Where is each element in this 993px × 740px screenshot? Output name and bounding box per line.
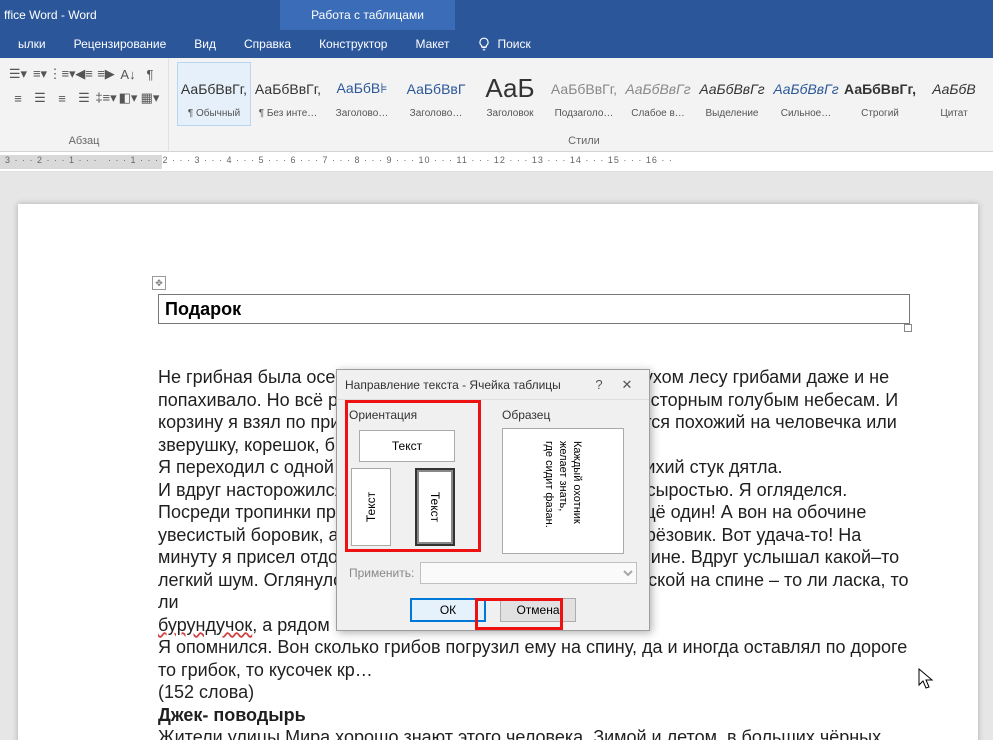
table-resize-handle[interactable] bbox=[904, 324, 912, 332]
orientation-rotate-90[interactable]: Текст bbox=[415, 468, 455, 546]
ribbon-tabs: ылки Рецензирование Вид Справка Конструк… bbox=[0, 30, 993, 58]
shading-button[interactable]: ◧▾ bbox=[118, 88, 138, 108]
text-direction-dialog: Направление текста - Ячейка таблицы ? ✕ … bbox=[336, 369, 650, 631]
apply-to-label: Применить: bbox=[349, 566, 414, 580]
dialog-title: Направление текста - Ячейка таблицы bbox=[345, 378, 585, 392]
window-title: ffice Word - Word bbox=[0, 8, 97, 22]
style-заголовок[interactable]: АаБЗаголовок bbox=[473, 62, 547, 126]
close-button[interactable]: ✕ bbox=[613, 374, 641, 396]
numbering-button[interactable]: ≡▾ bbox=[30, 64, 50, 84]
window-titlebar: ffice Word - Word bbox=[0, 0, 993, 30]
group-styles: АаБбВвГг,¶ ОбычныйАаБбВвГг,¶ Без инте…Аа… bbox=[169, 58, 993, 151]
tab-designer[interactable]: Конструктор bbox=[305, 30, 401, 58]
style-выделение[interactable]: АаБбВвГгВыделение bbox=[695, 62, 769, 126]
style-заголово[interactable]: АаБбВ⊧Заголово… bbox=[325, 62, 399, 126]
increase-indent-button[interactable]: ≡▶ bbox=[96, 64, 116, 84]
orientation-horizontal[interactable]: Текст bbox=[359, 430, 455, 462]
table-move-handle-icon[interactable]: ✥ bbox=[152, 276, 166, 290]
group-paragraph: ☰▾ ≡▾ ⋮≡▾ ◀≡ ≡▶ A↓ ¶ ≡ ☰ ≡ ☰ ‡≡▾ ◧▾ ▦▾ А… bbox=[0, 58, 169, 151]
borders-button[interactable]: ▦▾ bbox=[140, 88, 160, 108]
orientation-rotate-270[interactable]: Текст bbox=[351, 468, 391, 546]
group-styles-label: Стили bbox=[177, 135, 991, 149]
multilevel-button[interactable]: ⋮≡▾ bbox=[52, 64, 72, 84]
ok-button[interactable]: ОК bbox=[410, 598, 486, 622]
align-right-button[interactable]: ≡ bbox=[52, 88, 72, 108]
style-подзаголо[interactable]: АаБбВвГг,Подзаголо… bbox=[547, 62, 621, 126]
style-безинте[interactable]: АаБбВвГг,¶ Без инте… bbox=[251, 62, 325, 126]
style-обычный[interactable]: АаБбВвГг,¶ Обычный bbox=[177, 62, 251, 126]
tab-review[interactable]: Рецензирование bbox=[60, 30, 181, 58]
show-marks-button[interactable]: ¶ bbox=[140, 64, 160, 84]
paragraph[interactable]: Жители улицы Мира хорошо знают этого чел… bbox=[158, 726, 910, 740]
tab-help[interactable]: Справка bbox=[230, 30, 305, 58]
dialog-titlebar[interactable]: Направление текста - Ячейка таблицы ? ✕ bbox=[337, 370, 649, 400]
tell-me-search[interactable]: Поиск bbox=[477, 37, 530, 51]
tab-view[interactable]: Вид bbox=[180, 30, 230, 58]
justify-button[interactable]: ☰ bbox=[74, 88, 94, 108]
sample-preview: где сидит фазан. желает знать, Каждый ох… bbox=[502, 428, 624, 554]
sort-button[interactable]: A↓ bbox=[118, 64, 138, 84]
table-tools-contextual-tab: Работа с таблицами bbox=[280, 0, 455, 30]
ribbon: ☰▾ ≡▾ ⋮≡▾ ◀≡ ≡▶ A↓ ¶ ≡ ☰ ≡ ☰ ‡≡▾ ◧▾ ▦▾ А… bbox=[0, 58, 993, 152]
table-cell[interactable]: Подарок bbox=[158, 294, 910, 324]
horizontal-ruler[interactable]: 3 · · · 2 · · · 1 · · · · · · 1 · · · 2 … bbox=[0, 152, 993, 172]
bullets-button[interactable]: ☰▾ bbox=[8, 64, 28, 84]
align-center-button[interactable]: ☰ bbox=[30, 88, 50, 108]
style-цитат[interactable]: АаБбВЦитат bbox=[917, 62, 991, 126]
style-сильное[interactable]: АаБбВвГгСильное… bbox=[769, 62, 843, 126]
orientation-fieldset: Ориентация Текст Текст Текст bbox=[349, 408, 484, 554]
tab-layout[interactable]: Макет bbox=[401, 30, 463, 58]
help-button[interactable]: ? bbox=[585, 374, 613, 396]
heading-2[interactable]: Джек- поводырь bbox=[158, 704, 910, 727]
paragraph[interactable]: Я опомнился. Вон сколько грибов погрузил… bbox=[158, 636, 910, 681]
mouse-cursor-icon bbox=[918, 668, 936, 690]
decrease-indent-button[interactable]: ◀≡ bbox=[74, 64, 94, 84]
lightbulb-icon bbox=[477, 37, 491, 51]
group-paragraph-label: Абзац bbox=[8, 135, 160, 149]
cancel-button[interactable]: Отмена bbox=[500, 598, 576, 622]
tab-links[interactable]: ылки bbox=[4, 30, 60, 58]
apply-to-select[interactable] bbox=[420, 562, 637, 584]
sample-fieldset: Образец где сидит фазан. желает знать, К… bbox=[502, 408, 637, 554]
align-left-button[interactable]: ≡ bbox=[8, 88, 28, 108]
line-spacing-button[interactable]: ‡≡▾ bbox=[96, 88, 116, 108]
style-заголово[interactable]: АаБбВвГЗаголово… bbox=[399, 62, 473, 126]
style-строгий[interactable]: АаБбВвГг,Строгий bbox=[843, 62, 917, 126]
style-слабоев[interactable]: АаБбВвГгСлабое в… bbox=[621, 62, 695, 126]
word-count-line[interactable]: (152 слова) bbox=[158, 681, 910, 704]
